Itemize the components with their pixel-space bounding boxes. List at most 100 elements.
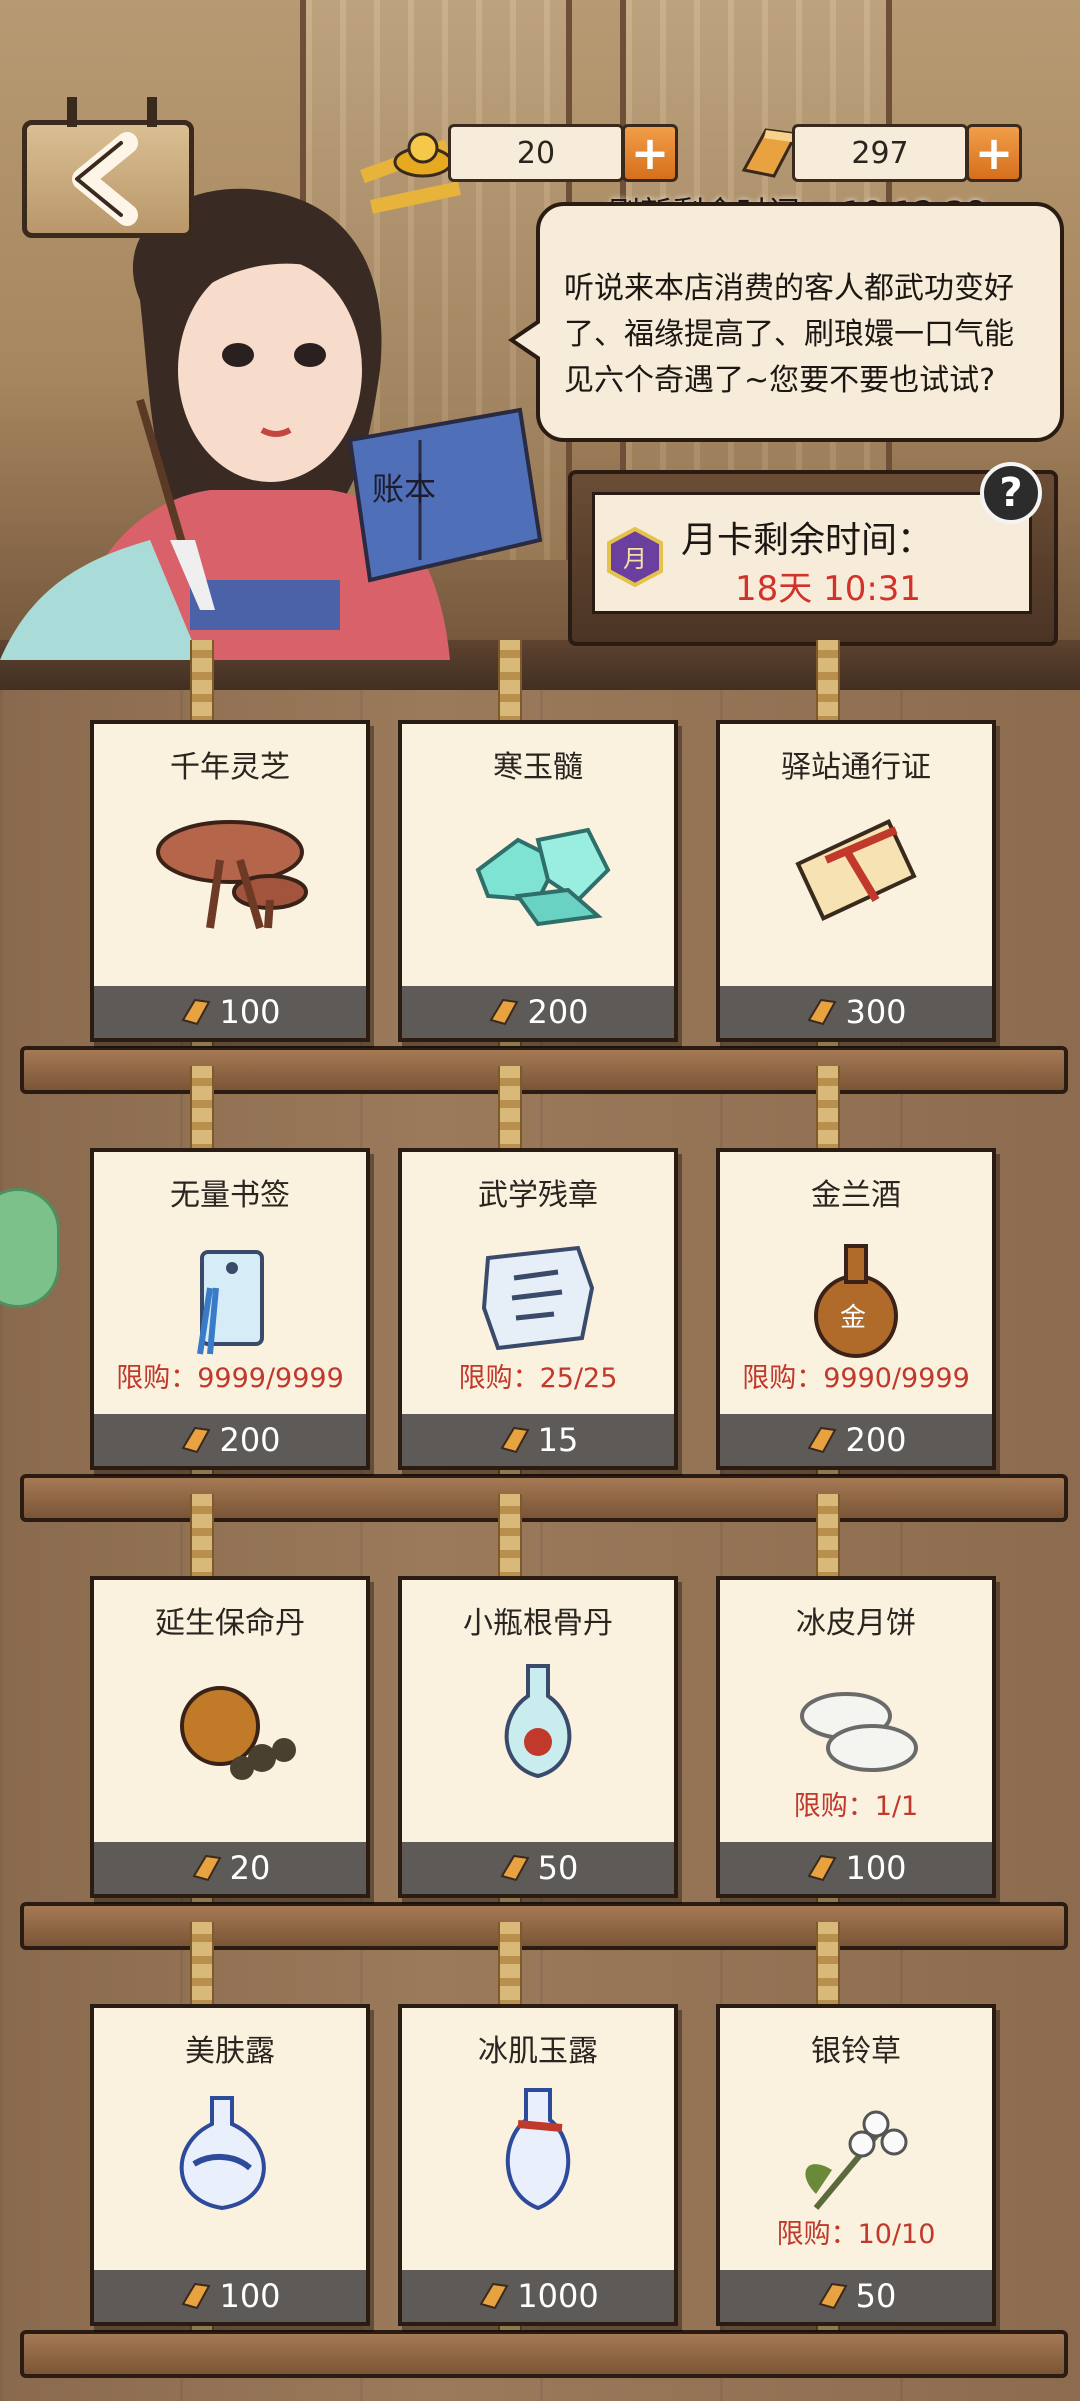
shop-item-card[interactable]: 千年灵芝 100 [90,720,370,1042]
shop-item-card[interactable]: 金兰酒金限购：9990/9999 200 [716,1148,996,1470]
item-name: 银铃草 [811,2034,901,2069]
monthly-card-remaining: 18天 10:31 [735,569,922,609]
item-price: 20 [229,1849,271,1887]
item-price-bar[interactable]: 50 [402,1842,674,1894]
gold-bar-icon [741,128,799,178]
item-price-bar[interactable]: 100 [94,2270,366,2322]
item-name: 武学残章 [478,1178,598,1213]
monthly-card-label: 月卡剩余时间： [681,520,934,561]
item-name: 延生保命丹 [155,1606,305,1641]
shop-item-card[interactable]: 美肤露 100 [90,2004,370,2326]
item-name: 美肤露 [185,2034,275,2069]
shop-item-card[interactable]: 冰皮月饼限购：1/1 100 [716,1576,996,1898]
scroll-icon [795,819,917,921]
item-price-bar[interactable]: 1000 [402,2270,674,2322]
item-name: 小瓶根骨丹 [463,1606,613,1641]
shop-item-card[interactable]: 武学残章限购：25/25 15 [398,1148,678,1470]
item-name: 驿站通行证 [781,750,931,785]
gold-bar-icon [181,998,212,1026]
gold-bar-icon [807,1426,838,1454]
pill-pouch-icon [180,1686,296,1780]
shop-item-card[interactable]: 银铃草限购：10/10 50 [716,2004,996,2326]
shelf-plank [20,1902,1068,1950]
shop-item-card[interactable]: 延生保命丹 20 [90,1576,370,1898]
shelf-plank [20,2330,1068,2378]
chevron-left-icon [72,132,138,226]
mooncake-icon [800,1692,918,1772]
shopkeeper-speech-bubble: 听说来本店消费的客人都武功变好了、福缘提高了、刷琅嬛一口气能见六个奇遇了~您要不… [536,202,1064,442]
item-price: 100 [845,1849,907,1887]
item-price: 200 [845,1421,907,1459]
dialogue-text: 听说来本店消费的客人都武功变好了、福缘提高了、刷琅嬛一口气能见六个奇遇了~您要不… [564,271,1014,398]
item-price-bar[interactable]: 15 [402,1414,674,1466]
gold-ingot-icon [393,132,453,178]
torn-page-icon [481,1245,595,1351]
item-price: 100 [219,2277,281,2315]
gold-bar-icon [500,1854,530,1882]
item-name: 金兰酒 [811,1178,901,1213]
purchase-limit: 限购：9990/9999 [742,1363,970,1394]
back-button[interactable] [22,97,194,238]
monthly-card-badge-icon: 月 [607,526,663,588]
gold-bar-icon [500,1426,530,1454]
item-name: 冰肌玉露 [478,2034,598,2069]
jade-crystal-icon [475,827,611,927]
shelf-plank [20,1046,1068,1094]
item-price: 50 [537,1849,579,1887]
item-price-bar[interactable]: 50 [720,2270,992,2322]
gold-bar-icon [192,1854,222,1882]
item-price-bar[interactable]: 200 [720,1414,992,1466]
shop-item-card[interactable]: 小瓶根骨丹 50 [398,1576,678,1898]
purchase-limit: 限购：1/1 [793,1791,919,1822]
gold-bar-count: 297 [792,124,968,182]
gold-bar-icon [181,2282,212,2310]
gold-bar-icon [489,998,520,1026]
item-price-bar[interactable]: 300 [720,986,992,1038]
add-gold-bar-button[interactable]: + [966,124,1022,182]
wine-gourd-icon: 金 [814,1244,898,1358]
shop-item-card[interactable]: 冰肌玉露 1000 [398,2004,678,2326]
bookmark-icon [197,1250,264,1355]
gold-ingot-count: 20 [448,124,624,182]
item-price: 200 [219,1421,281,1459]
help-button[interactable]: ? [980,462,1042,524]
gold-bar-icon [807,998,838,1026]
item-name: 冰皮月饼 [796,1606,916,1641]
tall-vase-icon [505,2088,571,2211]
shelf-plank [20,1474,1068,1522]
gold-bar-icon [479,2282,509,2310]
porcelain-vase-icon [179,2096,266,2211]
item-price-bar[interactable]: 20 [94,1842,366,1894]
svg-text:月: 月 [623,545,647,573]
item-price-bar[interactable]: 100 [94,986,366,1038]
side-floating-tab[interactable] [0,1188,60,1308]
speech-bubble-tail-inner [515,321,543,359]
purchase-limit: 限购：10/10 [776,2219,936,2250]
plus-icon: + [630,126,670,180]
item-price-bar[interactable]: 200 [94,1414,366,1466]
item-price: 15 [537,1421,579,1459]
add-gold-ingot-button[interactable]: + [622,124,678,182]
shop-item-card[interactable]: 寒玉髓 200 [398,720,678,1042]
purchase-limit: 限购：25/25 [458,1363,618,1394]
account-book-label: 账本 [372,470,436,508]
item-price: 200 [527,993,589,1031]
shop-item-card[interactable]: 驿站通行证 300 [716,720,996,1042]
question-icon: ? [999,470,1023,516]
item-name: 寒玉髓 [493,750,583,785]
svg-text:金: 金 [840,1303,866,1333]
shop-item-card[interactable]: 无量书签限购：9999/9999 200 [90,1148,370,1470]
item-price-bar[interactable]: 200 [402,986,674,1038]
lingzhi-icon [156,820,308,930]
item-name: 千年灵芝 [170,750,290,785]
gold-bar-icon [818,2282,848,2310]
gold-bar-icon [807,1854,838,1882]
item-name: 无量书签 [170,1178,290,1213]
purchase-limit: 限购：9999/9999 [116,1363,344,1394]
item-price: 50 [855,2277,897,2315]
item-price: 1000 [517,2277,599,2315]
item-price-bar[interactable]: 100 [720,1842,992,1894]
lily-flower-icon [805,2110,908,2210]
gold-bar-icon [181,1426,212,1454]
plus-icon: + [974,126,1014,180]
